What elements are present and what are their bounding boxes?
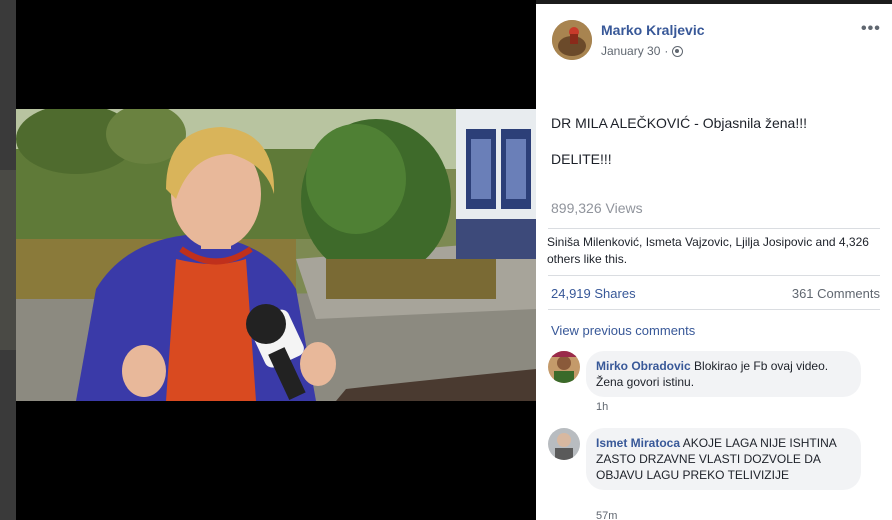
photo-viewer: Marko Kraljevic January 30 · ••• DR MILA…: [0, 0, 892, 520]
comment-bubble: Ismet Miratoca AKOJE LAGA NIJE ISHTINA Z…: [586, 428, 861, 490]
more-options-icon[interactable]: •••: [861, 20, 881, 38]
view-count: 899,326 Views: [551, 200, 643, 216]
video-frame[interactable]: [16, 109, 536, 401]
divider: [548, 275, 880, 276]
comment-time-link[interactable]: 1h: [596, 401, 608, 413]
video-player[interactable]: [16, 0, 536, 520]
post-text-line1: DR MILA ALEČKOVIĆ - Objasnila žena!!!: [551, 115, 807, 131]
comments-count-link[interactable]: 361 Comments: [792, 286, 880, 301]
post-meta: January 30 ·: [601, 44, 684, 58]
comment-time-link[interactable]: 57m: [596, 510, 617, 520]
shares-link[interactable]: 24,919 Shares: [551, 286, 636, 301]
post-date-link[interactable]: January 30: [601, 44, 660, 58]
comment-avatar[interactable]: [548, 428, 580, 460]
globe-icon[interactable]: [672, 45, 684, 57]
comment-author-link[interactable]: Ismet Miratoca: [596, 436, 680, 450]
meta-separator: ·: [664, 44, 669, 58]
comment-author-link[interactable]: Mirko Obradovic: [596, 359, 691, 373]
comment-avatar[interactable]: [548, 351, 580, 383]
divider: [548, 309, 880, 310]
author-name-link[interactable]: Marko Kraljevic: [601, 22, 705, 38]
likes-summary[interactable]: Siniša Milenković, Ismeta Vajzovic, Ljil…: [547, 234, 877, 268]
video-still-image: [16, 109, 536, 401]
author-avatar[interactable]: [552, 20, 592, 60]
post-text-line2: DELITE!!!: [551, 151, 612, 167]
post-side-panel: Marko Kraljevic January 30 · ••• DR MILA…: [536, 4, 892, 520]
divider: [548, 228, 880, 229]
comment-bubble: Mirko Obradovic Blokirao je Fb ovaj vide…: [586, 351, 861, 397]
background-page: [0, 0, 16, 520]
view-previous-comments-link[interactable]: View previous comments: [551, 323, 695, 338]
